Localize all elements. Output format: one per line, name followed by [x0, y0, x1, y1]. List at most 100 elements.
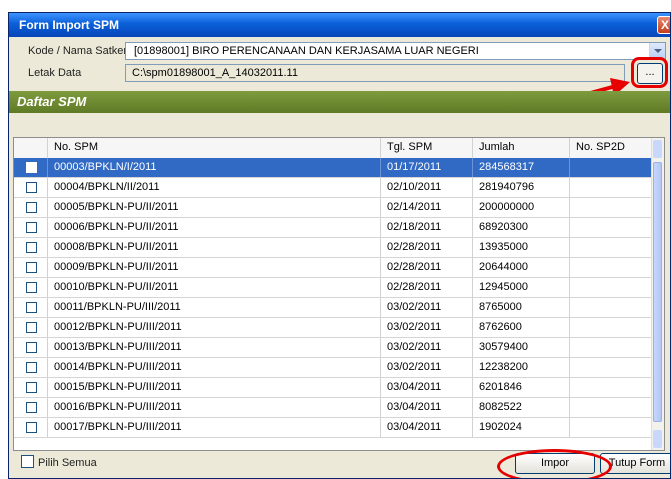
row-checkbox[interactable] — [26, 282, 37, 293]
row-checkbox-cell[interactable] — [14, 218, 48, 237]
row-checkbox[interactable] — [26, 302, 37, 313]
kode-satker-label: Kode / Nama Satker — [28, 45, 128, 57]
cell-jumlah: 13935000 — [473, 238, 570, 257]
row-checkbox[interactable] — [26, 382, 37, 393]
scroll-thumb[interactable] — [653, 162, 662, 422]
cell-tgl-spm: 03/04/2011 — [381, 378, 473, 397]
row-checkbox-cell[interactable] — [14, 398, 48, 417]
cell-no-sp2d — [570, 218, 654, 237]
column-tgl-spm[interactable]: Tgl. SPM — [381, 138, 473, 158]
table-row[interactable]: 00005/BPKLN-PU/II/2011 02/14/2011 20000000… — [14, 198, 654, 218]
cell-tgl-spm: 03/02/2011 — [381, 298, 473, 317]
cell-jumlah: 8082522 — [473, 398, 570, 417]
table-row[interactable]: 00004/BPKLN/II/2011 02/10/2011 281940796 — [14, 178, 654, 198]
column-jumlah[interactable]: Jumlah — [473, 138, 570, 158]
cell-jumlah: 68920300 — [473, 218, 570, 237]
title-bar[interactable]: Form Import SPM X — [9, 13, 670, 37]
table-row[interactable]: 00016/BPKLN-PU/III/2011 03/04/2011 8082522 — [14, 398, 654, 418]
cell-no-sp2d — [570, 338, 654, 357]
cell-tgl-spm: 02/28/2011 — [381, 238, 473, 257]
row-checkbox-cell[interactable] — [14, 158, 48, 177]
row-checkbox-cell[interactable] — [14, 278, 48, 297]
select-all-checkbox[interactable]: Pilih Semua — [21, 455, 97, 469]
cell-tgl-spm: 03/04/2011 — [381, 398, 473, 417]
cell-no-sp2d — [570, 238, 654, 257]
row-checkbox-cell[interactable] — [14, 378, 48, 397]
cell-no-spm: 00004/BPKLN/II/2011 — [48, 178, 381, 197]
cell-no-sp2d — [570, 198, 654, 217]
table-row[interactable]: 00003/BPKLN/I/2011 01/17/2011 284568317 — [14, 158, 654, 178]
row-checkbox[interactable] — [26, 182, 37, 193]
row-checkbox-cell[interactable] — [14, 238, 48, 257]
cell-tgl-spm: 02/28/2011 — [381, 258, 473, 277]
cell-no-sp2d — [570, 258, 654, 277]
table-row[interactable]: 00013/BPKLN-PU/III/2011 03/02/2011 3057940… — [14, 338, 654, 358]
daftar-spm-bar: Daftar SPM — [9, 91, 670, 113]
table-row[interactable]: 00006/BPKLN-PU/II/2011 02/18/2011 68920300 — [14, 218, 654, 238]
cell-no-sp2d — [570, 358, 654, 377]
row-checkbox[interactable] — [26, 242, 37, 253]
row-checkbox-cell[interactable] — [14, 198, 48, 217]
cell-no-sp2d — [570, 298, 654, 317]
window-title: Form Import SPM — [19, 18, 120, 32]
row-checkbox[interactable] — [26, 402, 37, 413]
table-row[interactable]: 00011/BPKLN-PU/III/2011 03/02/2011 8765000 — [14, 298, 654, 318]
cell-no-spm: 00012/BPKLN-PU/III/2011 — [48, 318, 381, 337]
table-row[interactable]: 00008/BPKLN-PU/II/2011 02/28/2011 13935000 — [14, 238, 654, 258]
table-row[interactable]: 00014/BPKLN-PU/III/2011 03/02/2011 1223820… — [14, 358, 654, 378]
cell-no-sp2d — [570, 318, 654, 337]
cell-jumlah: 20644000 — [473, 258, 570, 277]
row-checkbox[interactable] — [26, 222, 37, 233]
row-checkbox[interactable] — [26, 162, 37, 173]
row-checkbox-cell[interactable] — [14, 358, 48, 377]
row-checkbox[interactable] — [26, 262, 37, 273]
cell-no-spm: 00011/BPKLN-PU/III/2011 — [48, 298, 381, 317]
cell-tgl-spm: 03/02/2011 — [381, 358, 473, 377]
vertical-scrollbar[interactable] — [651, 138, 664, 450]
row-checkbox-cell[interactable] — [14, 178, 48, 197]
close-button[interactable]: X — [657, 16, 670, 34]
checkbox-icon[interactable] — [21, 455, 34, 468]
row-checkbox-cell[interactable] — [14, 258, 48, 277]
table-row[interactable]: 00010/BPKLN-PU/II/2011 02/28/2011 12945000 — [14, 278, 654, 298]
table-row[interactable]: 00015/BPKLN-PU/III/2011 03/04/2011 6201846 — [14, 378, 654, 398]
cell-jumlah: 12945000 — [473, 278, 570, 297]
cell-no-sp2d — [570, 398, 654, 417]
scroll-up-icon[interactable] — [653, 140, 662, 158]
row-checkbox[interactable] — [26, 362, 37, 373]
cell-jumlah: 12238200 — [473, 358, 570, 377]
table-row[interactable]: 00017/BPKLN-PU/III/2011 03/04/2011 1902024 — [14, 418, 654, 438]
row-checkbox-cell[interactable] — [14, 298, 48, 317]
kode-satker-select[interactable]: [01898001] BIRO PERENCANAAN DAN KERJASAM… — [125, 42, 666, 60]
row-checkbox-cell[interactable] — [14, 318, 48, 337]
cell-no-spm: 00015/BPKLN-PU/III/2011 — [48, 378, 381, 397]
import-spm-window: Form Import SPM X Kode / Nama Satker [01… — [8, 12, 671, 479]
cell-no-spm: 00008/BPKLN-PU/II/2011 — [48, 238, 381, 257]
scroll-down-icon[interactable] — [653, 430, 662, 448]
cell-jumlah: 281940796 — [473, 178, 570, 197]
row-checkbox[interactable] — [26, 202, 37, 213]
row-checkbox[interactable] — [26, 422, 37, 433]
kode-satker-value: [01898001] BIRO PERENCANAAN DAN KERJASAM… — [134, 45, 479, 57]
table-row[interactable]: 00009/BPKLN-PU/II/2011 02/28/2011 20644000 — [14, 258, 654, 278]
cell-tgl-spm: 02/14/2011 — [381, 198, 473, 217]
cell-no-sp2d — [570, 378, 654, 397]
cell-no-spm: 00006/BPKLN-PU/II/2011 — [48, 218, 381, 237]
row-checkbox[interactable] — [26, 342, 37, 353]
cell-tgl-spm: 02/18/2011 — [381, 218, 473, 237]
cell-no-spm: 00009/BPKLN-PU/II/2011 — [48, 258, 381, 277]
row-checkbox-cell[interactable] — [14, 418, 48, 437]
column-no-sp2d[interactable]: No. SP2D — [570, 138, 654, 158]
cell-no-spm: 00013/BPKLN-PU/III/2011 — [48, 338, 381, 357]
cell-tgl-spm: 02/10/2011 — [381, 178, 473, 197]
column-no-spm[interactable]: No. SPM — [48, 138, 381, 158]
cell-jumlah: 8762600 — [473, 318, 570, 337]
cell-no-spm: 00010/BPKLN-PU/II/2011 — [48, 278, 381, 297]
letak-data-label: Letak Data — [28, 67, 82, 79]
row-checkbox[interactable] — [26, 322, 37, 333]
table-row[interactable]: 00012/BPKLN-PU/III/2011 03/02/2011 8762600 — [14, 318, 654, 338]
row-checkbox-cell[interactable] — [14, 338, 48, 357]
header-checkbox-col — [14, 138, 48, 158]
table-header: No. SPM Tgl. SPM Jumlah No. SP2D — [14, 138, 654, 159]
cell-jumlah: 200000000 — [473, 198, 570, 217]
